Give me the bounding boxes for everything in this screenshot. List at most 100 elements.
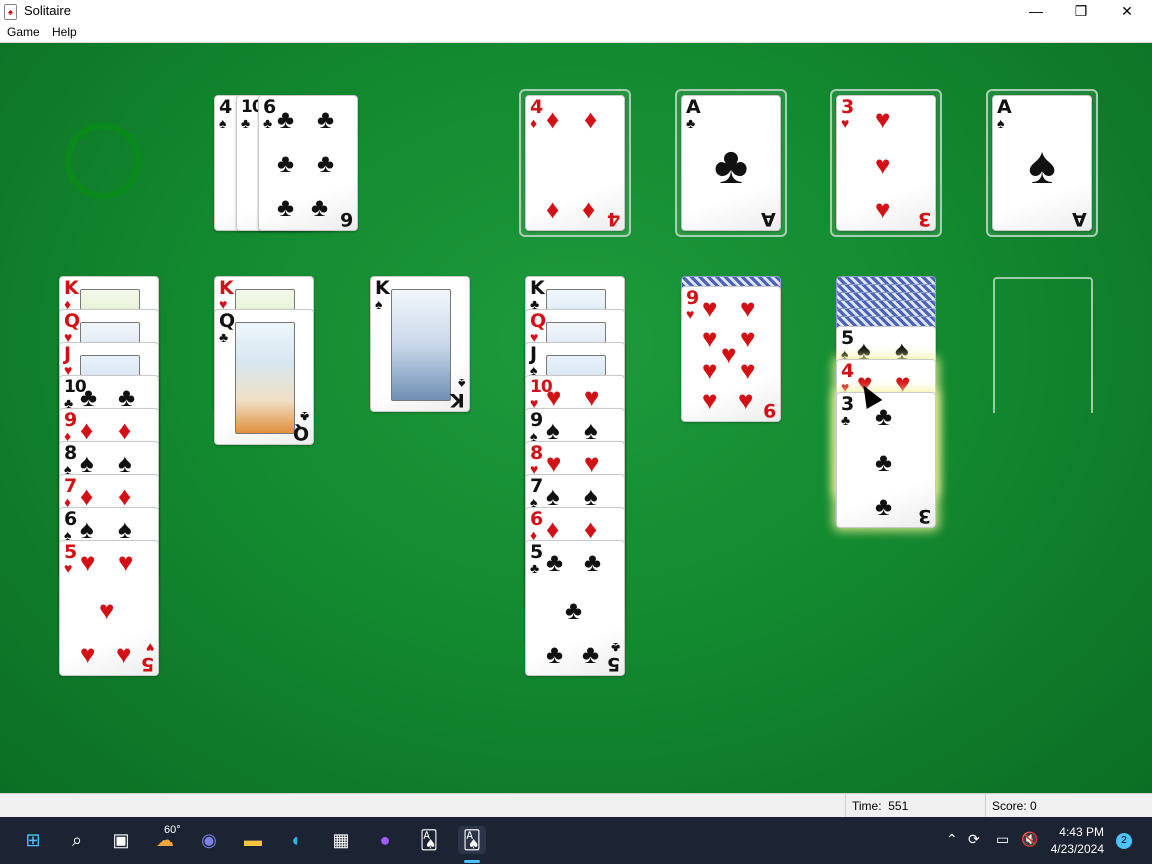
- heart-pip: ♥: [740, 355, 756, 385]
- taskbar: ⊞ ⌕ ▣ ☁ 60° ◉ ▬ ◐ ▦ ● 🂡 🂡 ⌃ ⟳ ▭ 🔇 4:43 P…: [0, 817, 1152, 864]
- notification-badge[interactable]: 2: [1116, 833, 1132, 849]
- tableau-3-card[interactable]: K ♠ K ♠: [370, 276, 470, 412]
- heart-pip: ♥: [875, 104, 891, 134]
- stock-redeal-icon[interactable]: [65, 123, 141, 199]
- chevron-up-icon[interactable]: ⌃: [946, 831, 958, 848]
- tableau-5-card[interactable]: 9 ♥ ♥ ♥ ♥ ♥ ♥ ♥ ♥ ♥ ♥ 9: [681, 286, 781, 422]
- club-pip: ♣: [277, 148, 295, 178]
- queen-face-art: [235, 322, 295, 434]
- time-label: Time:: [852, 799, 882, 813]
- club-ace-icon: ♣: [713, 137, 749, 195]
- solitaire-active-icon[interactable]: 🂡: [458, 826, 486, 854]
- card-suit-bottom: ♣: [610, 640, 620, 656]
- tableau-7-empty-slot[interactable]: [993, 277, 1093, 413]
- heart-pip: ♥: [702, 355, 718, 385]
- suit-pip: ♠: [118, 448, 132, 478]
- tableau-2-card[interactable]: Q ♣ Q ♣: [214, 309, 314, 445]
- card-rank-bottom: 9: [762, 399, 776, 421]
- suit-pip: ♣: [584, 547, 602, 577]
- minimize-button[interactable]: —: [1013, 0, 1059, 22]
- suit-pip: ♦: [118, 481, 132, 511]
- spade-ace-icon: ♠: [1028, 137, 1056, 195]
- search-icon[interactable]: ⌕: [63, 826, 91, 854]
- volume-muted-icon[interactable]: 🔇: [1021, 831, 1038, 848]
- card-rank-bottom: 6: [339, 208, 353, 230]
- club-pip: ♣: [317, 104, 335, 134]
- menu-help[interactable]: Help: [52, 25, 77, 39]
- close-button[interactable]: ✕: [1104, 0, 1150, 22]
- heart-pip: ♥: [875, 150, 891, 180]
- start-icon[interactable]: ⊞: [19, 826, 47, 854]
- heart-pip: ♥: [702, 323, 718, 353]
- suit-pip: ♦: [546, 514, 560, 544]
- card-rank-bottom: 4: [606, 208, 620, 230]
- window-title: Solitaire: [24, 3, 71, 18]
- club-pip: ♣: [875, 491, 893, 521]
- store-icon[interactable]: ▦: [327, 826, 355, 854]
- card-suit: ♣: [686, 115, 696, 131]
- firefox-icon[interactable]: ●: [371, 826, 399, 854]
- game-board: 4 ♠ 10 ♣ 6 ♣ ♣ ♣ ♣ ♣ ♣ ♣ 6 4 ♦ ♦ ♦ ♦ ♦ 4…: [0, 43, 1152, 793]
- t1-card[interactable]: 5 ♥ ♥ ♥ ♥ ♥ ♥ 5 ♥: [59, 540, 159, 676]
- suit-pip: ♣: [582, 639, 600, 669]
- foundation-card-3[interactable]: 3 ♥ ♥ ♥ ♥ 3: [836, 95, 936, 231]
- diamond-pip: ♦: [546, 194, 560, 224]
- time-display: Time: 551: [845, 794, 984, 818]
- club-pip: ♣: [875, 401, 893, 431]
- card-suit: ♥: [841, 115, 850, 131]
- card-suit-bottom: ♠: [457, 376, 465, 392]
- club-pip: ♣: [317, 148, 335, 178]
- menu-game[interactable]: Game: [7, 25, 40, 39]
- king-face-art: [391, 289, 451, 401]
- card-suit: ♠: [997, 115, 1005, 131]
- club-pip: ♣: [311, 192, 329, 222]
- foundation-card-2[interactable]: A ♣ ♣ A: [681, 95, 781, 231]
- sync-icon[interactable]: ⟳: [968, 831, 980, 848]
- solitaire-app-icon: ♠: [4, 4, 17, 20]
- clock-time: 4:43 PM: [1059, 825, 1104, 839]
- weather-temperature: 60°: [164, 824, 181, 836]
- heart-pip: ♥: [738, 385, 754, 415]
- task-view-icon[interactable]: ▣: [107, 826, 135, 854]
- suit-pip: ♥: [584, 448, 600, 478]
- suit-pip: ♥: [118, 547, 134, 577]
- status-bar: Time: 551 Score: 0: [0, 793, 1152, 818]
- suit-pip: ♠: [80, 448, 94, 478]
- diamond-pip: ♦: [584, 104, 598, 134]
- heart-pip: ♥: [702, 293, 718, 323]
- solitaire-icon[interactable]: 🂡: [415, 826, 443, 854]
- heart-pip: ♥: [702, 385, 718, 415]
- card-suit: ♠: [375, 296, 383, 312]
- suit-pip: ♣: [118, 382, 136, 412]
- card-suit: ♣: [530, 560, 540, 576]
- clock-date: 4/23/2024: [1050, 842, 1104, 856]
- tableau-6-card-selected[interactable]: 3 ♣ ♣ ♣ ♣ 3: [836, 392, 936, 528]
- card-rank-bottom: 5: [140, 653, 154, 675]
- display-icon[interactable]: ▭: [996, 831, 1009, 848]
- suit-pip: ♠: [546, 481, 560, 511]
- card-suit-bottom: ♣: [299, 409, 309, 425]
- score-label: Score:: [992, 799, 1027, 813]
- card-suit: ♥: [64, 560, 73, 576]
- foundation-card-1[interactable]: 4 ♦ ♦ ♦ ♦ ♦ 4: [525, 95, 625, 231]
- edge-icon[interactable]: ◐: [283, 826, 311, 854]
- suit-pip: ♥: [99, 595, 115, 625]
- clock[interactable]: 4:43 PM 4/23/2024: [1051, 824, 1104, 858]
- club-pip: ♣: [875, 447, 893, 477]
- waste-top-card[interactable]: 6 ♣ ♣ ♣ ♣ ♣ ♣ ♣ 6: [258, 95, 358, 231]
- club-pip: ♣: [277, 104, 295, 134]
- foundation-card-4[interactable]: A ♠ ♠ A: [992, 95, 1092, 231]
- time-value: 551: [888, 799, 909, 813]
- suit-pip: ♦: [118, 415, 132, 445]
- chat-icon[interactable]: ◉: [195, 826, 223, 854]
- t4-card[interactable]: 5 ♣ ♣ ♣ ♣ ♣ ♣ 5 ♣: [525, 540, 625, 676]
- maximize-button[interactable]: ❐: [1058, 0, 1104, 22]
- suit-pip: ♠: [80, 514, 94, 544]
- suit-pip: ♥: [116, 639, 132, 669]
- suit-pip: ♦: [80, 415, 94, 445]
- suit-pip: ♥: [546, 382, 562, 412]
- file-explorer-icon[interactable]: ▬: [239, 826, 267, 854]
- card-suit: ♣: [241, 115, 251, 131]
- suit-pip: ♠: [584, 481, 598, 511]
- suit-pip: ♣: [546, 639, 564, 669]
